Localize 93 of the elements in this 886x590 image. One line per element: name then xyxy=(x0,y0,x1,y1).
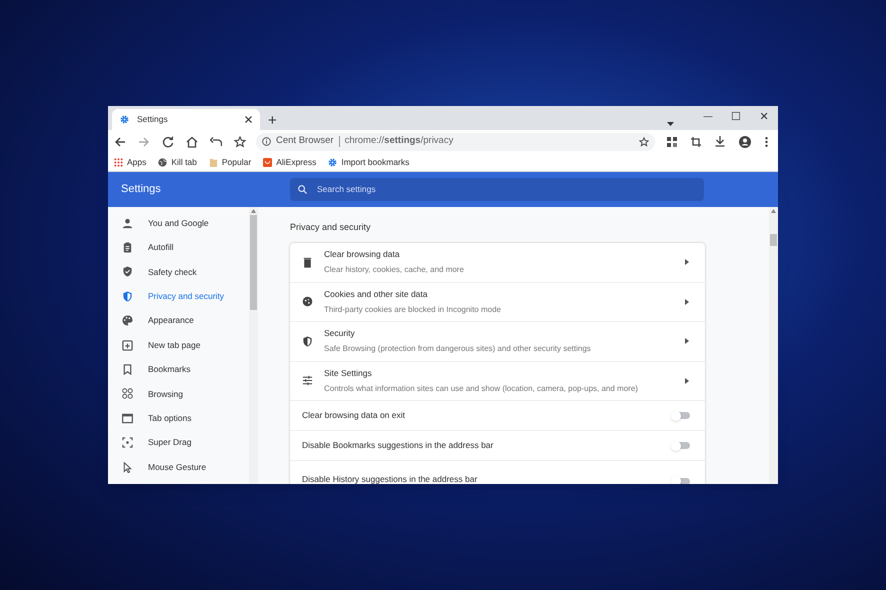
search-field[interactable]: Search settings xyxy=(290,178,704,201)
row-description: Controls what information sites can use and show (location, camera, pop-ups, and more) xyxy=(324,382,639,395)
drag-target-icon xyxy=(122,437,133,448)
extension-icon[interactable] xyxy=(667,136,677,146)
clipboard-icon xyxy=(122,242,133,254)
settings-row[interactable]: Security Safe Browsing (protection from dangerous sites) and other security settings xyxy=(290,322,705,362)
row-description: Clear history, cookies, cache, and more xyxy=(324,264,465,276)
minimize-button[interactable]: — xyxy=(694,106,722,128)
cookie-icon xyxy=(302,296,313,308)
scrollbar[interactable] xyxy=(769,207,778,484)
address-bar[interactable]: Cent Browser chrome://settings/privacy xyxy=(256,132,655,150)
scroll-up-icon[interactable] xyxy=(771,209,776,213)
sidebar-item[interactable]: Browsing xyxy=(108,382,249,406)
toggle-label: Disable Bookmarks suggestions in the address bar xyxy=(302,439,494,452)
chevron-icon xyxy=(685,298,689,305)
close-icon[interactable] xyxy=(245,116,252,123)
crop-icon[interactable] xyxy=(691,136,701,146)
globe-icon xyxy=(158,158,168,166)
scroll-up-icon[interactable] xyxy=(251,209,256,213)
search-icon xyxy=(298,185,307,194)
browser-tab[interactable]: Settings xyxy=(112,109,260,130)
circles-icon xyxy=(122,388,133,400)
menu-icon[interactable] xyxy=(765,136,768,146)
star-icon[interactable] xyxy=(234,136,246,148)
row-description: Third-party cookies are blocked in Incognito mode xyxy=(324,304,502,316)
row-title: Clear browsing data xyxy=(324,248,401,262)
bookmark-link[interactable]: Import bookmarks xyxy=(328,156,410,168)
chevron-icon xyxy=(685,378,689,384)
reload-icon[interactable] xyxy=(162,136,174,148)
settings-row[interactable]: Clear browsing data Clear history, cookies, cache, and more xyxy=(290,243,705,282)
tab-title: Settings xyxy=(137,113,169,126)
url-text: chrome://settings/privacy xyxy=(344,134,454,148)
row-description: Safe Browsing (protection from dangerous sites) and other security settings xyxy=(324,343,592,356)
bookmark-link[interactable]: Popular xyxy=(208,156,252,168)
download-icon[interactable] xyxy=(715,136,725,147)
shield-icon xyxy=(122,290,133,302)
chevron-icon xyxy=(685,338,689,344)
shopping-bag-icon xyxy=(263,158,272,166)
window-icon xyxy=(122,412,133,424)
new-tab-icon xyxy=(122,340,133,351)
settings-title: Settings xyxy=(121,182,162,198)
sidebar-item[interactable]: Privacy and security xyxy=(108,284,249,309)
settings-row[interactable]: Site Settings Controls what information sites can use and show (location, camera, pop-ups, and more) xyxy=(290,362,705,401)
sidebar-item[interactable]: Appearance xyxy=(108,308,249,333)
toggle-label: Disable History suggestions in the address bar xyxy=(302,473,478,484)
search-input[interactable]: Search settings xyxy=(317,183,696,196)
maximize-button[interactable]: ☐ xyxy=(722,106,750,128)
shield-icon xyxy=(122,266,133,278)
close-button[interactable]: ✕ xyxy=(750,106,778,128)
info-icon[interactable] xyxy=(262,137,271,146)
bookmark-icon xyxy=(122,364,133,376)
scrollbar-thumb[interactable] xyxy=(250,215,257,310)
undo-icon[interactable] xyxy=(210,136,222,146)
apps-icon xyxy=(114,158,123,166)
toggle-switch[interactable] xyxy=(671,440,691,450)
bookmark-star-icon[interactable] xyxy=(639,136,649,146)
bookmark-link[interactable]: AliExpress xyxy=(263,156,316,168)
row-title: Site Settings xyxy=(324,366,373,380)
toggle-switch[interactable] xyxy=(671,410,691,420)
sidebar-item[interactable]: Bookmarks xyxy=(108,357,249,382)
gear-icon xyxy=(120,115,129,124)
site-name: Cent Browser xyxy=(276,134,334,148)
bookmark-link[interactable]: Kill tab xyxy=(158,156,197,168)
caret-icon[interactable] xyxy=(667,122,674,126)
sidebar-item[interactable]: Safety check xyxy=(108,260,249,284)
folder-icon xyxy=(208,158,218,166)
sliders-icon xyxy=(302,375,313,386)
scrollbar[interactable] xyxy=(249,207,258,484)
new-tab-button[interactable]: + xyxy=(268,113,277,128)
shield-icon xyxy=(302,336,313,347)
sidebar-item[interactable]: New tab page xyxy=(108,332,249,358)
row-title: Security xyxy=(324,327,356,340)
section-title: Privacy and security xyxy=(290,221,372,234)
chevron-icon xyxy=(685,259,689,266)
palette-icon xyxy=(122,315,133,326)
trash-icon xyxy=(302,256,313,268)
row-title: Cookies and other site data xyxy=(324,288,428,301)
settings-row[interactable]: Cookies and other site data Third-party cookies are blocked in Incognito mode xyxy=(290,282,705,322)
person-icon xyxy=(122,218,133,229)
profile-icon[interactable] xyxy=(739,136,751,148)
sidebar-item[interactable]: Super Drag xyxy=(108,430,249,455)
gear-icon xyxy=(328,158,338,166)
toggle-switch[interactable] xyxy=(671,476,691,484)
home-icon[interactable] xyxy=(186,136,198,148)
sidebar-item[interactable]: You and Google xyxy=(108,211,249,236)
back-icon[interactable] xyxy=(114,136,126,148)
bookmark-link[interactable]: Apps xyxy=(114,156,146,168)
toggle-label: Clear browsing data on exit xyxy=(302,409,406,422)
sidebar-item[interactable]: Mouse Gesture xyxy=(108,454,249,480)
sidebar-item[interactable]: Tab options xyxy=(108,406,249,431)
sidebar-item[interactable]: Autofill xyxy=(108,235,249,260)
scrollbar-thumb[interactable] xyxy=(770,234,777,246)
cursor-icon xyxy=(122,462,133,473)
